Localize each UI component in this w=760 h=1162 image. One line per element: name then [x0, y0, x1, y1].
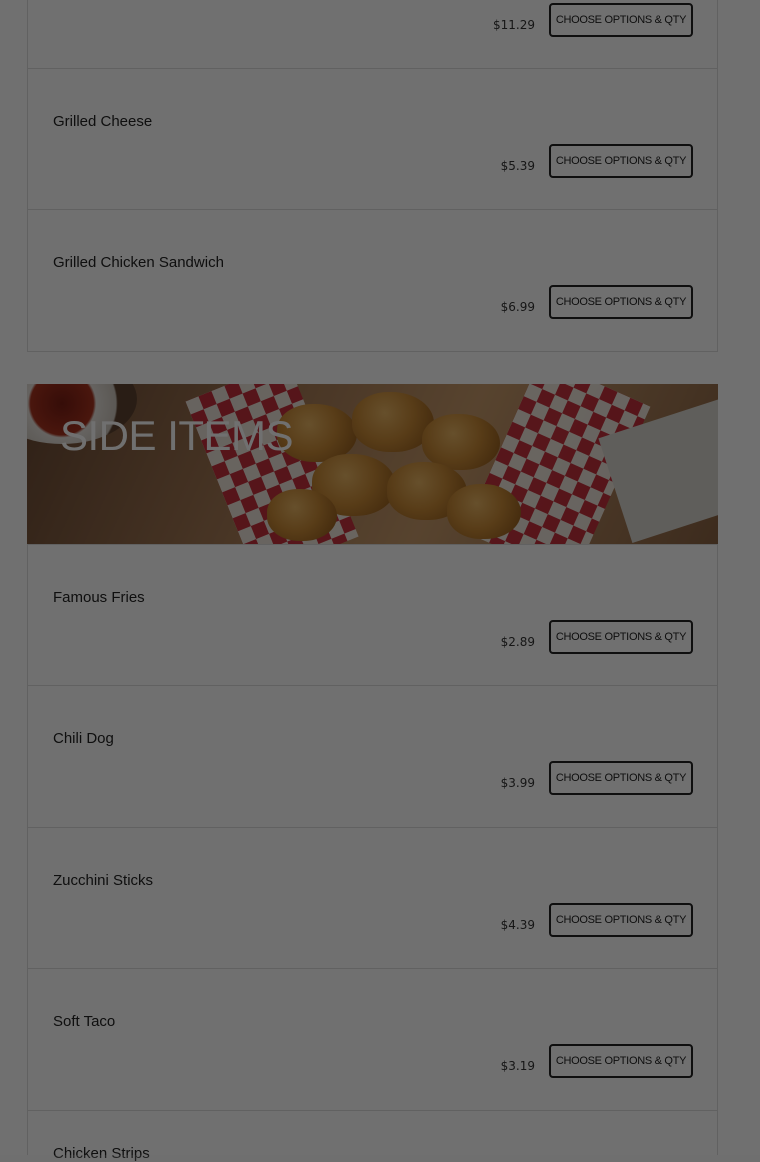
item-price: $4.39: [500, 918, 535, 932]
menu-page: $11.29 CHOOSE OPTIONS & QTY Grilled Chee…: [0, 0, 760, 1162]
choose-options-button[interactable]: CHOOSE OPTIONS & QTY: [549, 903, 693, 937]
nugget-image: [267, 489, 337, 541]
choose-options-button[interactable]: CHOOSE OPTIONS & QTY: [549, 144, 693, 178]
item-price: $6.99: [500, 300, 535, 314]
menu-item-card: Chicken Strips: [27, 1110, 718, 1162]
nugget-image: [447, 484, 521, 539]
choose-options-button[interactable]: CHOOSE OPTIONS & QTY: [549, 620, 693, 654]
item-price: $11.29: [493, 18, 535, 32]
item-name: Famous Fries: [53, 589, 145, 606]
choose-options-button[interactable]: CHOOSE OPTIONS & QTY: [549, 285, 693, 319]
item-price: $3.19: [500, 1059, 535, 1073]
nugget-image: [422, 414, 500, 470]
item-price: $2.89: [500, 635, 535, 649]
item-name: Grilled Chicken Sandwich: [53, 254, 224, 271]
menu-item-card: Grilled Cheese $5.39 CHOOSE OPTIONS & QT…: [27, 68, 718, 210]
menu-item-card: Famous Fries $2.89 CHOOSE OPTIONS & QTY: [27, 544, 718, 686]
menu-item-card: Chili Dog $3.99 CHOOSE OPTIONS & QTY: [27, 685, 718, 828]
section-title: SIDE ITEMS: [60, 412, 294, 459]
menu-item-card: Zucchini Sticks $4.39 CHOOSE OPTIONS & Q…: [27, 827, 718, 969]
section-banner: SIDE ITEMS: [27, 384, 718, 544]
choose-options-button[interactable]: CHOOSE OPTIONS & QTY: [549, 1044, 693, 1078]
item-price: $3.99: [500, 776, 535, 790]
choose-options-button[interactable]: CHOOSE OPTIONS & QTY: [549, 3, 693, 37]
choose-options-button[interactable]: CHOOSE OPTIONS & QTY: [549, 761, 693, 795]
menu-item-card: Grilled Chicken Sandwich $6.99 CHOOSE OP…: [27, 209, 718, 352]
menu-item-card: $11.29 CHOOSE OPTIONS & QTY: [27, 0, 718, 69]
menu-column: $11.29 CHOOSE OPTIONS & QTY Grilled Chee…: [27, 0, 718, 1162]
item-price: $5.39: [500, 159, 535, 173]
item-name: Chicken Strips: [53, 1145, 150, 1162]
item-name: Grilled Cheese: [53, 113, 153, 130]
item-name: Soft Taco: [53, 1013, 116, 1030]
item-name: Zucchini Sticks: [53, 872, 154, 889]
item-name: Chili Dog: [53, 730, 114, 747]
menu-item-card: Soft Taco $3.19 CHOOSE OPTIONS & QTY: [27, 968, 718, 1111]
